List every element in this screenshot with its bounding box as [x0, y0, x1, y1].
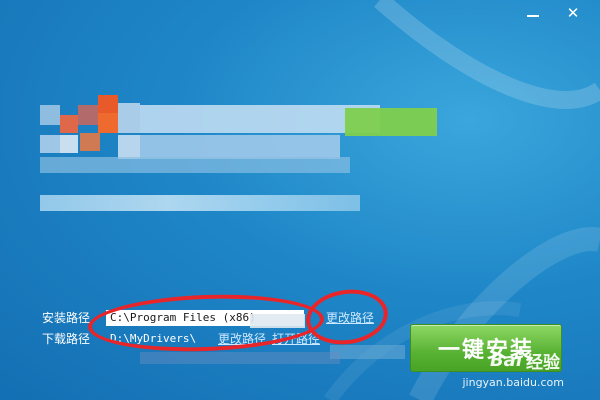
pixelated-path-tail — [250, 314, 305, 328]
install-change-path-link[interactable]: 更改路径 — [326, 309, 374, 326]
watermark-url: jingyan.baidu.com — [462, 376, 564, 389]
pixelated-green-bar — [345, 108, 437, 136]
download-open-path-link[interactable]: 打开路径 — [272, 330, 320, 347]
baidu-watermark: Bai 经验 — [490, 348, 560, 373]
window-controls: ✕ — [524, 4, 582, 22]
download-path-field[interactable]: D:\MyDrivers\ — [106, 331, 206, 347]
download-path-row: 下载路径 D:\MyDrivers\ 更改路径 打开路径 — [42, 330, 320, 347]
pixelated-description — [40, 195, 360, 211]
close-icon: ✕ — [566, 4, 580, 22]
baidu-paw-icon: Bai — [489, 350, 522, 371]
download-path-label: 下载路径 — [42, 332, 91, 346]
minimize-button[interactable] — [524, 4, 542, 22]
download-change-path-link[interactable]: 更改路径 — [218, 330, 266, 347]
install-path-row: 安装路径 C:\Program Files (x86) 更改路径 — [42, 309, 374, 326]
pixelated-strip-lower — [140, 352, 340, 364]
watermark-text: 经验 — [526, 353, 560, 373]
close-button[interactable]: ✕ — [564, 4, 582, 22]
minimize-icon — [527, 15, 539, 17]
install-path-label: 安装路径 — [42, 311, 91, 325]
installer-window: ✕ 安装路径 C:\Program Files (x86) 更改路径 下载路径 … — [0, 0, 600, 400]
pixelated-strip — [330, 345, 405, 359]
